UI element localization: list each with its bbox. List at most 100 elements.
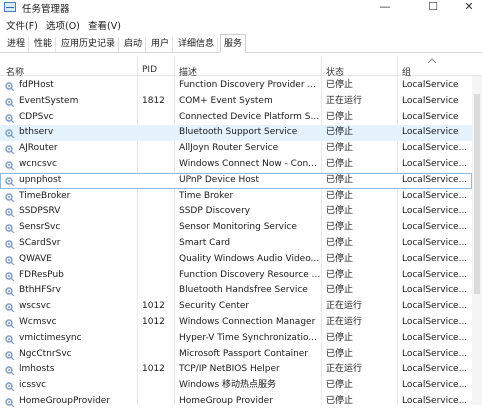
service-description: Bluetooth Support Service bbox=[179, 127, 298, 138]
service-row[interactable]: upnphost UPnP Device Host 已停止 LocalServi… bbox=[0, 172, 472, 189]
service-description: Sensor Monitoring Service bbox=[179, 222, 297, 233]
service-gear-icon bbox=[5, 319, 15, 328]
service-description: AllJoyn Router Service bbox=[179, 143, 279, 154]
service-group: LocalService... bbox=[402, 238, 468, 248]
service-description: Time Broker bbox=[179, 190, 234, 201]
column-status[interactable]: 状态 bbox=[326, 65, 344, 78]
service-name: upnphost bbox=[19, 174, 62, 185]
window-title: 任务管理器 bbox=[22, 4, 70, 15]
service-description: COM+ Event System bbox=[179, 95, 273, 106]
service-row[interactable]: CDPSvc Connected Device Platform S... 已停… bbox=[0, 110, 472, 126]
service-row[interactable]: EventSystem 1812 COM+ Event System 正在运行 … bbox=[0, 94, 472, 110]
column-description[interactable]: 描述 bbox=[179, 65, 197, 78]
service-name: wcncsvc bbox=[19, 159, 57, 169]
service-group: LocalService bbox=[402, 80, 459, 90]
service-group: LocalService... bbox=[402, 253, 468, 264]
service-group: LocalService... bbox=[402, 206, 468, 217]
service-row[interactable]: AJRouter AllJoyn Router Service 已停止 Loca… bbox=[0, 141, 472, 157]
service-description: HomeGroup Provider bbox=[179, 396, 273, 406]
service-row[interactable]: SensrSvc Sensor Monitoring Service 已停止 L… bbox=[0, 220, 472, 236]
service-name: SSDPSRV bbox=[19, 206, 61, 217]
service-group: LocalService bbox=[402, 95, 459, 106]
service-description: Windows Connect Now - Con... bbox=[179, 159, 317, 169]
service-gear-icon bbox=[5, 208, 15, 218]
service-status: 已停止 bbox=[326, 127, 354, 138]
service-status: 已停止 bbox=[326, 111, 354, 122]
service-group: LocalService... bbox=[402, 348, 468, 359]
service-pid: 1812 bbox=[142, 95, 165, 106]
service-status: 已停止 bbox=[326, 285, 354, 296]
tab-processes[interactable]: 进程 bbox=[4, 37, 30, 52]
service-name: CDPSvc bbox=[19, 111, 54, 122]
service-gear-icon bbox=[5, 335, 15, 344]
service-group: LocalService... bbox=[402, 332, 468, 343]
service-row[interactable]: BthHFSrv Bluetooth Handsfree Service 已停止… bbox=[0, 283, 472, 299]
service-row[interactable]: FDResPub Function Discovery Resource ...… bbox=[0, 268, 472, 284]
service-name: FDResPub bbox=[19, 269, 64, 280]
service-group: LocalService... bbox=[402, 396, 468, 406]
service-name: icssvc bbox=[19, 380, 47, 391]
service-row[interactable]: fdPHost Function Discovery Provider ... … bbox=[0, 78, 472, 94]
service-status: 已停止 bbox=[326, 159, 354, 169]
service-row[interactable]: wcncsvc Windows Connect Now - Con... 已停止… bbox=[0, 157, 472, 173]
service-row[interactable]: HomeGroupProvider HomeGroup Provider 已停止… bbox=[0, 394, 472, 410]
service-description: Function Discovery Provider ... bbox=[179, 80, 316, 90]
service-row[interactable]: Wcmsvc 1012 Windows Connection Manager 正… bbox=[0, 315, 472, 331]
menu-options[interactable]: 选项(O) bbox=[46, 18, 80, 32]
service-gear-icon bbox=[5, 161, 15, 170]
service-row[interactable]: QWAVE Quality Windows Audio Video... 已停止… bbox=[0, 252, 472, 268]
column-group[interactable]: 组 bbox=[402, 65, 411, 78]
service-name: NgcCtnrSvc bbox=[19, 348, 72, 359]
service-name: AJRouter bbox=[19, 143, 58, 154]
service-gear-icon bbox=[5, 82, 15, 91]
service-gear-icon bbox=[5, 287, 15, 297]
tab-performance[interactable]: 性能 bbox=[31, 37, 57, 52]
tab-users[interactable]: 用户 bbox=[148, 37, 174, 52]
service-name: fdPHost bbox=[19, 80, 54, 90]
service-description: Hyper-V Time Synchronizatio... bbox=[179, 332, 317, 343]
service-row[interactable]: lmhosts 1012 TCP/IP NetBIOS Helper 正在运行 … bbox=[0, 362, 472, 378]
service-name: EventSystem bbox=[19, 95, 79, 106]
service-name: vmictimesync bbox=[19, 332, 82, 343]
service-status: 已停止 bbox=[326, 143, 354, 154]
service-description: Windows 移动热点服务 bbox=[179, 380, 277, 391]
column-pid[interactable]: PID bbox=[142, 65, 157, 75]
service-row[interactable]: TimeBroker Time Broker 已停止 LocalService.… bbox=[0, 189, 472, 205]
service-row[interactable]: wscsvc 1012 Security Center 正在运行 LocalSe… bbox=[0, 299, 472, 315]
maximize-button[interactable]: ☐ bbox=[420, 0, 446, 14]
service-name: BthHFSrv bbox=[19, 285, 61, 296]
service-group: LocalService... bbox=[402, 380, 468, 391]
tab-details[interactable]: 详细信息 bbox=[175, 37, 219, 52]
service-group: LocalService... bbox=[402, 174, 468, 185]
service-name: TimeBroker bbox=[19, 190, 71, 201]
tab-app-history[interactable]: 应用历史记录 bbox=[58, 37, 120, 52]
tab-services[interactable]: 服务 bbox=[220, 34, 247, 53]
menu-view[interactable]: 查看(V) bbox=[88, 18, 121, 32]
service-group: LocalService... bbox=[402, 317, 468, 327]
service-row[interactable]: icssvc Windows 移动热点服务 已停止 LocalService..… bbox=[0, 378, 472, 394]
service-pid: 1012 bbox=[142, 364, 165, 375]
service-status: 已停止 bbox=[326, 380, 354, 391]
service-group: LocalService... bbox=[402, 222, 468, 233]
service-group: LocalService... bbox=[402, 143, 468, 154]
service-pid: 1012 bbox=[142, 301, 165, 312]
minimize-button[interactable]: — bbox=[372, 0, 398, 14]
close-button[interactable]: ✕ bbox=[456, 0, 482, 14]
service-row[interactable]: vmictimesync Hyper-V Time Synchronizatio… bbox=[0, 331, 472, 347]
service-gear-icon bbox=[5, 366, 15, 376]
service-group: LocalService... bbox=[402, 190, 468, 201]
column-header: 名称 PID 描述 状态 组 bbox=[0, 56, 482, 78]
service-row[interactable]: SCardSvr Smart Card 已停止 LocalService... bbox=[0, 236, 472, 252]
column-name[interactable]: 名称 bbox=[6, 65, 24, 78]
service-name: wscsvc bbox=[19, 301, 51, 312]
service-status: 正在运行 bbox=[326, 317, 363, 327]
service-gear-icon bbox=[5, 240, 15, 249]
service-gear-icon bbox=[5, 192, 15, 202]
scrollbar-thumb[interactable] bbox=[474, 94, 480, 294]
service-row[interactable]: bthserv Bluetooth Support Service 已停止 Lo… bbox=[0, 125, 472, 142]
tab-startup[interactable]: 启动 bbox=[121, 37, 147, 52]
service-status: 正在运行 bbox=[326, 301, 363, 312]
service-row[interactable]: NgcCtnrSvc Microsoft Passport Container … bbox=[0, 347, 472, 363]
menu-file[interactable]: 文件(F) bbox=[6, 18, 38, 32]
service-row[interactable]: SSDPSRV SSDP Discovery 已停止 LocalService.… bbox=[0, 204, 472, 220]
